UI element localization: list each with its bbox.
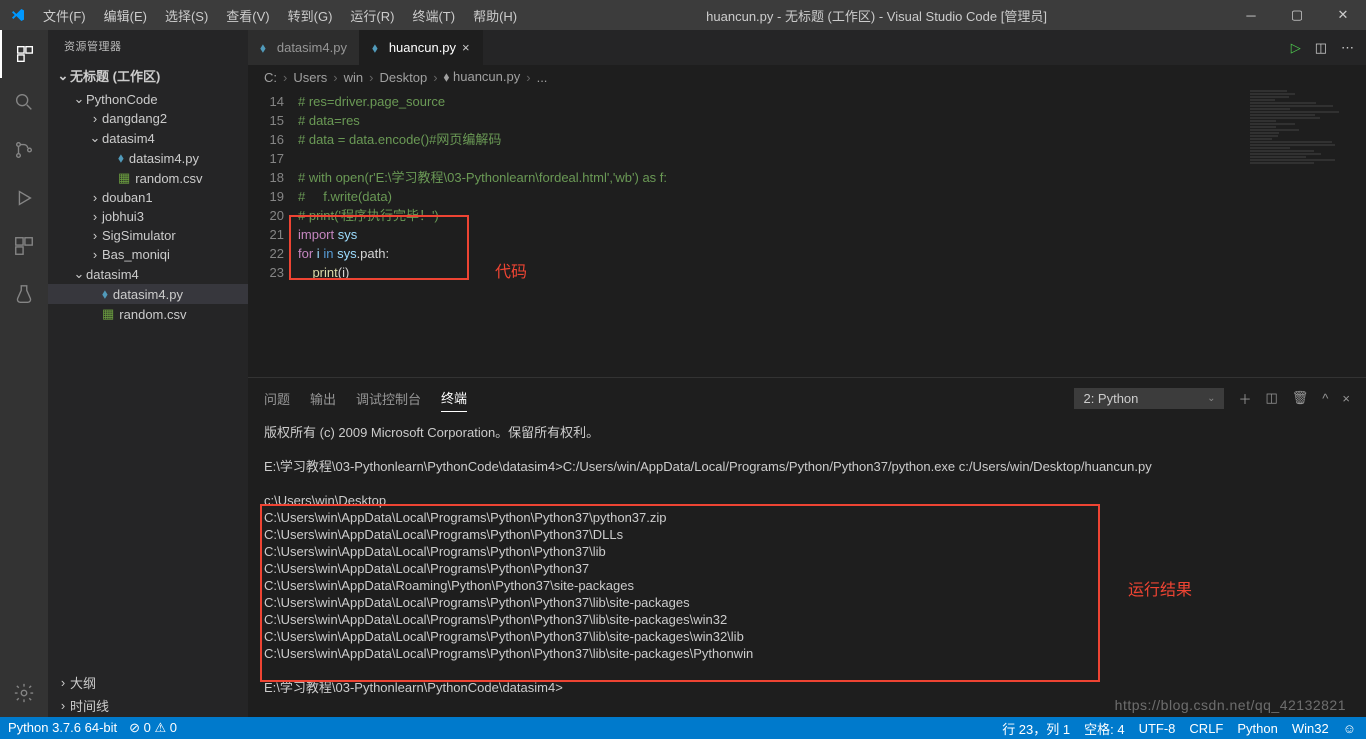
status-item[interactable]: ☺ xyxy=(1343,721,1356,736)
tree-item[interactable]: ▦random.csv xyxy=(48,304,248,324)
status-item[interactable]: Win32 xyxy=(1292,721,1329,736)
code-label: 代码 xyxy=(495,258,527,282)
bottom-panel: 问题输出调试控制台终端 2: Python⌄ ＋ ◫ 🗑 ^ × 版权所有 (c… xyxy=(248,377,1366,717)
status-item[interactable]: 空格: 4 xyxy=(1084,719,1124,738)
tree-item[interactable]: ›dangdang2 xyxy=(48,109,248,128)
editor-area: ⬧datasim4.py ⬧huancun.py× ▷ ◫ ⋯ C:›Users… xyxy=(248,30,1366,717)
status-item[interactable]: UTF-8 xyxy=(1139,721,1176,736)
new-terminal-icon[interactable]: ＋ xyxy=(1238,389,1251,408)
workspace-header[interactable]: ⌄无标题 (工作区) xyxy=(48,62,248,89)
menubar: 文件(F)编辑(E)选择(S)查看(V)转到(G)运行(R)终端(T)帮助(H) xyxy=(35,2,525,29)
split-editor-icon[interactable]: ◫ xyxy=(1315,40,1327,56)
window-controls: ─ ▢ ✕ xyxy=(1228,0,1366,30)
timeline-label: 时间线 xyxy=(70,696,109,715)
menu-编辑(E)[interactable]: 编辑(E) xyxy=(96,2,155,29)
status-item[interactable]: Python xyxy=(1237,721,1277,736)
tree-item[interactable]: ⌄PythonCode xyxy=(48,89,248,109)
explorer-icon[interactable] xyxy=(0,30,48,78)
terminal-output[interactable]: 版权所有 (c) 2009 Microsoft Corporation。保留所有… xyxy=(248,412,1366,717)
menu-帮助(H)[interactable]: 帮助(H) xyxy=(465,2,525,29)
menu-运行(R)[interactable]: 运行(R) xyxy=(342,2,402,29)
minimap[interactable] xyxy=(1246,89,1366,239)
panel-tabs: 问题输出调试控制台终端 2: Python⌄ ＋ ◫ 🗑 ^ × xyxy=(248,378,1366,412)
titlebar: 文件(F)编辑(E)选择(S)查看(V)转到(G)运行(R)终端(T)帮助(H)… xyxy=(0,0,1366,30)
status-item[interactable]: CRLF xyxy=(1189,721,1223,736)
outline-label: 大纲 xyxy=(70,673,96,692)
trash-icon[interactable]: 🗑 xyxy=(1292,390,1309,406)
window-title: huancun.py - 无标题 (工作区) - Visual Studio C… xyxy=(525,6,1228,25)
tree-item[interactable]: ⌄datasim4 xyxy=(48,128,248,148)
code-editor[interactable]: 14151617181920212223 # res=driver.page_s… xyxy=(248,89,1366,377)
editor-tabs: ⬧datasim4.py ⬧huancun.py× ▷ ◫ ⋯ xyxy=(248,30,1366,65)
test-icon[interactable] xyxy=(0,270,48,318)
statusbar: Python 3.7.6 64-bit ⊘ 0 ⚠ 0 行 23，列 1 空格: … xyxy=(0,717,1366,739)
timeline-section[interactable]: ›时间线 xyxy=(48,694,248,717)
search-icon[interactable] xyxy=(0,78,48,126)
menu-查看(V)[interactable]: 查看(V) xyxy=(218,2,277,29)
run-debug-icon[interactable] xyxy=(0,174,48,222)
breadcrumb[interactable]: C:›Users›win›Desktop›⬧ huancun.py›... xyxy=(248,65,1366,89)
menu-转到(G)[interactable]: 转到(G) xyxy=(280,2,341,29)
tab-huancun[interactable]: ⬧huancun.py× xyxy=(360,30,483,65)
outline-section[interactable]: ›大纲 xyxy=(48,671,248,694)
close-button[interactable]: ✕ xyxy=(1320,0,1366,30)
vscode-logo-icon xyxy=(0,7,35,23)
maximize-panel-icon[interactable]: ^ xyxy=(1322,391,1328,406)
settings-icon[interactable] xyxy=(0,669,48,717)
panel-actions: 2: Python⌄ ＋ ◫ 🗑 ^ × xyxy=(1074,388,1350,409)
term-select-label: 2: Python xyxy=(1083,391,1138,406)
tree-item[interactable]: ⌄datasim4 xyxy=(48,264,248,284)
minimize-button[interactable]: ─ xyxy=(1228,0,1274,30)
close-panel-icon[interactable]: × xyxy=(1342,391,1350,406)
status-item[interactable]: 行 23，列 1 xyxy=(1002,719,1070,738)
tab-label: datasim4.py xyxy=(277,40,347,55)
panel-tab-调试控制台[interactable]: 调试控制台 xyxy=(356,385,421,412)
panel-tab-终端[interactable]: 终端 xyxy=(441,384,467,412)
editor-tab-actions: ▷ ◫ ⋯ xyxy=(1279,30,1366,65)
tab-datasim4[interactable]: ⬧datasim4.py xyxy=(248,30,360,65)
sidebar: 资源管理器 ⌄无标题 (工作区) ⌄PythonCode›dangdang2⌄d… xyxy=(48,30,248,717)
split-terminal-icon[interactable]: ◫ xyxy=(1265,390,1277,406)
tree-item[interactable]: ›Bas_moniqi xyxy=(48,245,248,264)
file-tree: ⌄PythonCode›dangdang2⌄datasim4⬧datasim4.… xyxy=(48,89,248,324)
menu-选择(S)[interactable]: 选择(S) xyxy=(157,2,216,29)
tab-label: huancun.py xyxy=(389,40,456,55)
panel-tab-问题[interactable]: 问题 xyxy=(264,385,290,412)
menu-终端(T)[interactable]: 终端(T) xyxy=(404,2,463,29)
status-python-version[interactable]: Python 3.7.6 64-bit xyxy=(8,720,117,736)
close-icon[interactable]: × xyxy=(462,40,470,55)
terminal-selector[interactable]: 2: Python⌄ xyxy=(1074,388,1224,409)
result-label: 运行结果 xyxy=(1128,582,1192,599)
maximize-button[interactable]: ▢ xyxy=(1274,0,1320,30)
tree-item[interactable]: ›douban1 xyxy=(48,188,248,207)
tree-item[interactable]: ⬧datasim4.py xyxy=(48,284,248,304)
workspace-label: 无标题 (工作区) xyxy=(70,66,160,85)
panel-tab-输出[interactable]: 输出 xyxy=(310,385,336,412)
extensions-icon[interactable] xyxy=(0,222,48,270)
run-icon[interactable]: ▷ xyxy=(1291,40,1301,56)
source-control-icon[interactable] xyxy=(0,126,48,174)
menu-文件(F)[interactable]: 文件(F) xyxy=(35,2,94,29)
tree-item[interactable]: ▦random.csv xyxy=(48,168,248,188)
line-gutter: 14151617181920212223 xyxy=(248,89,298,377)
status-problems[interactable]: ⊘ 0 ⚠ 0 xyxy=(129,720,177,736)
sidebar-title: 资源管理器 xyxy=(48,30,248,62)
code-content[interactable]: # res=driver.page_source # data=res # da… xyxy=(298,89,1366,377)
activity-bar xyxy=(0,30,48,717)
tree-item[interactable]: ⬧datasim4.py xyxy=(48,148,248,168)
tree-item[interactable]: ›jobhui3 xyxy=(48,207,248,226)
tree-item[interactable]: ›SigSimulator xyxy=(48,226,248,245)
more-icon[interactable]: ⋯ xyxy=(1341,40,1354,56)
